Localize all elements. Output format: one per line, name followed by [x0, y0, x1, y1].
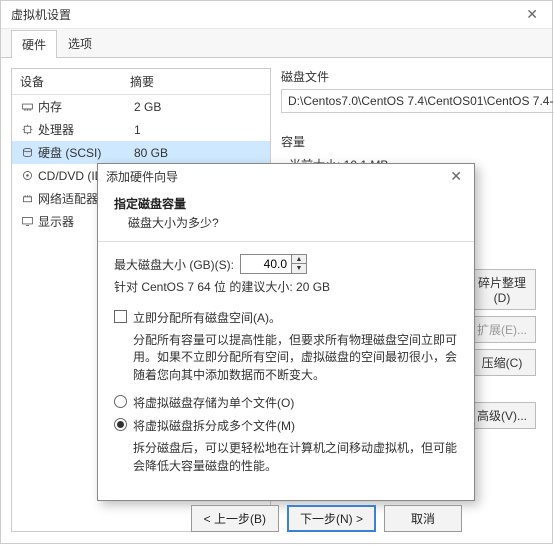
max-disk-label: 最大磁盘大小 (GB)(S):: [114, 256, 234, 273]
max-disk-input[interactable]: [241, 255, 291, 273]
allocate-now-desc: 分配所有容量可以提高性能，但要求所有物理磁盘空间立即可用。如果不立即分配所有空间…: [133, 332, 458, 384]
allocate-now-checkbox[interactable]: [114, 310, 127, 323]
multi-file-label: 将虚拟磁盘拆分成多个文件(M): [133, 417, 295, 434]
back-button[interactable]: < 上一步(B): [191, 505, 279, 532]
single-file-radio[interactable]: [114, 395, 127, 408]
spin-down-icon[interactable]: ▼: [292, 264, 306, 273]
next-button[interactable]: 下一步(N) >: [287, 505, 376, 532]
allocate-now-label: 立即分配所有磁盘空间(A)。: [133, 309, 281, 326]
wizard-title: 添加硬件向导: [106, 168, 446, 185]
multi-file-desc: 拆分磁盘后，可以更轻松地在计算机之间移动虚拟机，但可能会降低大容量磁盘的性能。: [133, 440, 458, 475]
single-file-label: 将虚拟磁盘存储为单个文件(O): [133, 394, 294, 411]
wizard-heading: 指定磁盘容量: [114, 195, 458, 212]
multi-file-radio[interactable]: [114, 418, 127, 431]
wizard-overlay: 添加硬件向导 ✕ 指定磁盘容量 磁盘大小为多少? 最大磁盘大小 (GB)(S):…: [1, 1, 552, 543]
wizard-close-icon[interactable]: ✕: [446, 168, 466, 185]
vm-settings-window: 虚拟机设置 ✕ 硬件 选项 设备 摘要 内存 2 GB 处理器 1 硬盘 (S: [0, 0, 553, 544]
add-hardware-wizard: 添加硬件向导 ✕ 指定磁盘容量 磁盘大小为多少? 最大磁盘大小 (GB)(S):…: [97, 163, 475, 501]
cancel-button[interactable]: 取消: [384, 505, 462, 532]
wizard-subheading: 磁盘大小为多少?: [114, 214, 458, 231]
spin-up-icon[interactable]: ▲: [292, 255, 306, 264]
max-disk-spinner[interactable]: ▲ ▼: [240, 254, 307, 274]
recommended-size: 针对 CentOS 7 64 位 的建议大小: 20 GB: [114, 278, 458, 295]
